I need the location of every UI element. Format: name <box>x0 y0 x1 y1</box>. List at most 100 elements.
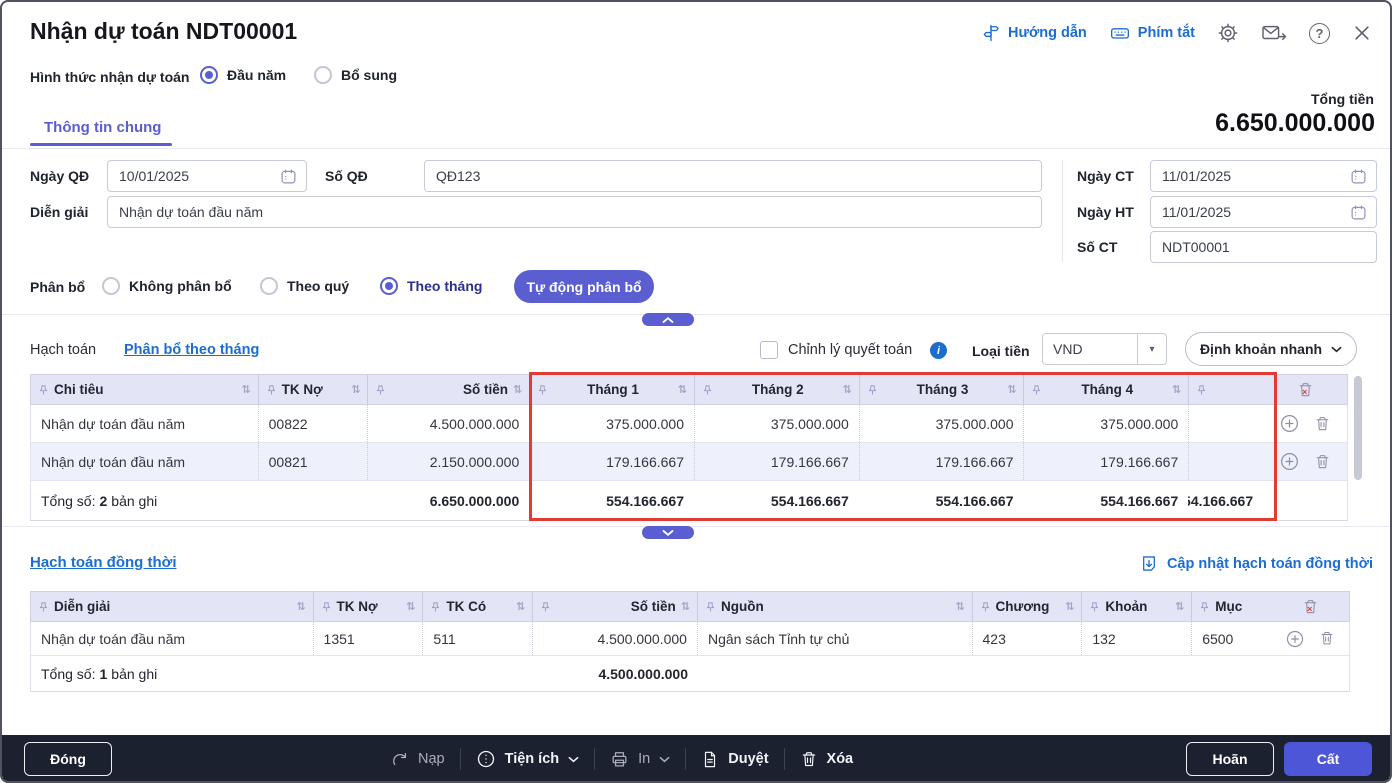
cell-tk-no[interactable]: 1351 <box>312 622 423 655</box>
hach-toan-dong-thoi-link[interactable]: Hạch toán đồng thời <box>30 554 176 571</box>
delete-all-rows-icon[interactable]: × <box>1302 598 1319 616</box>
delete-row-icon[interactable] <box>1319 630 1335 647</box>
sort-icon[interactable]: ⇅ <box>1175 600 1184 613</box>
sort-icon[interactable]: ⇅ <box>406 600 415 613</box>
column-header-chuong[interactable]: Chương ⇅ <box>971 592 1082 621</box>
so-qd-input[interactable] <box>434 167 1032 185</box>
column-header-thang-4[interactable]: Tháng 4 ⇅ <box>1023 375 1188 404</box>
pin-icon[interactable] <box>540 601 551 613</box>
sort-icon[interactable]: ⇅ <box>1172 383 1181 396</box>
so-ct-field[interactable] <box>1150 231 1377 263</box>
radio-khong-phan-bo[interactable]: Không phân bổ <box>102 277 232 295</box>
add-row-icon[interactable] <box>1285 629 1305 649</box>
scrollbar-thumb[interactable] <box>1354 376 1362 480</box>
column-header-muc[interactable]: Mục <box>1191 592 1271 621</box>
radio-theo-thang[interactable]: Theo tháng <box>380 277 482 295</box>
pin-icon[interactable] <box>705 601 716 613</box>
ngay-ct-input[interactable] <box>1160 167 1350 185</box>
sort-icon[interactable]: ⇅ <box>513 383 522 396</box>
currency-select[interactable]: VND ▾ <box>1042 333 1167 365</box>
radio-theo-quy[interactable]: Theo quý <box>260 277 349 295</box>
approve-button[interactable]: Duyệt <box>701 750 769 769</box>
cell-chi-tieu[interactable]: Nhận dự toán đầu năm <box>31 405 258 442</box>
dien-giai-field[interactable] <box>107 196 1042 228</box>
cell-thang-4[interactable]: 179.166.667 <box>1023 443 1188 480</box>
table-row[interactable]: Nhận dự toán đầu năm 1351 511 4.500.000.… <box>30 622 1350 656</box>
quick-entry-button[interactable]: Định khoản nhanh <box>1185 332 1357 366</box>
reload-button[interactable]: Nạp <box>390 750 445 769</box>
cell-tk-no[interactable]: 00822 <box>257 405 368 442</box>
so-qd-field[interactable] <box>424 160 1042 192</box>
pin-icon[interactable] <box>1089 601 1100 613</box>
column-header-thang-1[interactable]: Tháng 1 ⇅ <box>529 375 694 404</box>
radio-dau-nam[interactable]: Đầu năm <box>200 66 286 84</box>
pin-icon[interactable] <box>537 384 548 396</box>
calendar-icon[interactable] <box>1350 204 1367 221</box>
shortcuts-link[interactable]: Phím tắt <box>1109 23 1195 43</box>
sort-icon[interactable]: ⇅ <box>1007 383 1016 396</box>
column-header-nguon[interactable]: Nguồn ⇅ <box>696 592 972 621</box>
sort-icon[interactable]: ⇅ <box>955 600 964 613</box>
pin-icon[interactable] <box>1196 384 1207 396</box>
utilities-button[interactable]: Tiện ích <box>476 749 580 769</box>
cell-so-tien[interactable]: 4.500.000.000 <box>367 405 529 442</box>
delete-row-icon[interactable] <box>1314 415 1331 433</box>
radio-bo-sung[interactable]: Bổ sung <box>314 66 397 84</box>
pin-icon[interactable] <box>38 384 49 396</box>
print-button[interactable]: In <box>610 750 670 769</box>
dien-giai-input[interactable] <box>117 203 1032 221</box>
pin-icon[interactable] <box>867 384 878 396</box>
auto-allocate-button[interactable]: Tự động phân bổ <box>514 270 654 303</box>
add-row-icon[interactable] <box>1279 413 1300 434</box>
update-simultaneous-link[interactable]: Cập nhật hạch toán đồng thời <box>1140 554 1373 573</box>
info-icon[interactable]: i <box>930 342 947 359</box>
cell-thang-5-partial[interactable]: 375.000.000 <box>1188 405 1263 442</box>
column-header-chi-tieu[interactable]: Chi tiêu ⇅ <box>31 375 258 404</box>
column-header-tk-no[interactable]: TK Nợ ⇅ <box>312 592 423 621</box>
pin-icon[interactable] <box>1199 601 1210 613</box>
sort-icon[interactable]: ⇅ <box>1065 600 1074 613</box>
cell-so-tien[interactable]: 4.500.000.000 <box>532 622 697 655</box>
hach-toan-label[interactable]: Hạch toán <box>30 342 96 358</box>
save-button[interactable]: Cất <box>1284 742 1372 776</box>
sort-icon[interactable]: ⇅ <box>241 383 250 396</box>
cell-thang-1[interactable]: 179.166.667 <box>529 443 694 480</box>
pin-icon[interactable] <box>702 384 713 396</box>
column-header-tk-no[interactable]: TK Nợ ⇅ <box>257 375 368 404</box>
table-row-selected[interactable]: Nhận dự toán đầu năm 00821 2.150.000.000… <box>30 443 1348 481</box>
close-icon[interactable] <box>1352 23 1372 43</box>
column-header-so-tien[interactable]: Số tiền ⇅ <box>532 592 697 621</box>
cell-dien-giai[interactable]: Nhận dự toán đầu năm <box>31 622 313 655</box>
cell-thang-3[interactable]: 375.000.000 <box>858 405 1024 442</box>
tab-thong-tin-chung[interactable]: Thông tin chung <box>44 119 161 136</box>
column-header-khoan[interactable]: Khoản ⇅ <box>1081 592 1191 621</box>
settings-gear-icon[interactable] <box>1217 22 1239 44</box>
cell-thang-5-partial[interactable]: 179.166.667 <box>1188 443 1263 480</box>
collapse-up-toggle[interactable] <box>642 313 694 326</box>
cell-muc[interactable]: 6500 <box>1191 622 1271 655</box>
sort-icon[interactable]: ⇅ <box>678 383 687 396</box>
sort-icon[interactable]: ⇅ <box>351 383 360 396</box>
pin-icon[interactable] <box>38 601 49 613</box>
add-row-icon[interactable] <box>1279 451 1300 472</box>
postpone-button[interactable]: Hoãn <box>1186 742 1274 776</box>
ngay-ht-input[interactable] <box>1160 203 1350 221</box>
column-header-tk-co[interactable]: TK Có ⇅ <box>422 592 532 621</box>
sort-icon[interactable]: ⇅ <box>843 383 852 396</box>
collapse-down-toggle[interactable] <box>642 526 694 539</box>
sort-icon[interactable]: ⇅ <box>296 600 305 613</box>
guide-link[interactable]: Hướng dẫn <box>981 23 1087 43</box>
pin-icon[interactable] <box>430 601 441 613</box>
column-header-thang-5-partial[interactable] <box>1188 375 1263 404</box>
pin-icon[interactable] <box>321 601 332 613</box>
column-header-thang-2[interactable]: Tháng 2 ⇅ <box>693 375 859 404</box>
cell-nguon[interactable]: Ngân sách Tỉnh tự chủ <box>696 622 972 655</box>
ngay-qd-input[interactable] <box>117 167 280 185</box>
cell-tk-no[interactable]: 00821 <box>257 443 368 480</box>
chinh-ly-checkbox[interactable] <box>760 341 778 359</box>
cell-tk-co[interactable]: 511 <box>422 622 532 655</box>
close-button[interactable]: Đóng <box>24 742 112 776</box>
column-header-so-tien[interactable]: Số tiền ⇅ <box>367 375 529 404</box>
ngay-ht-field[interactable] <box>1150 196 1377 228</box>
sort-icon[interactable]: ⇅ <box>516 600 525 613</box>
